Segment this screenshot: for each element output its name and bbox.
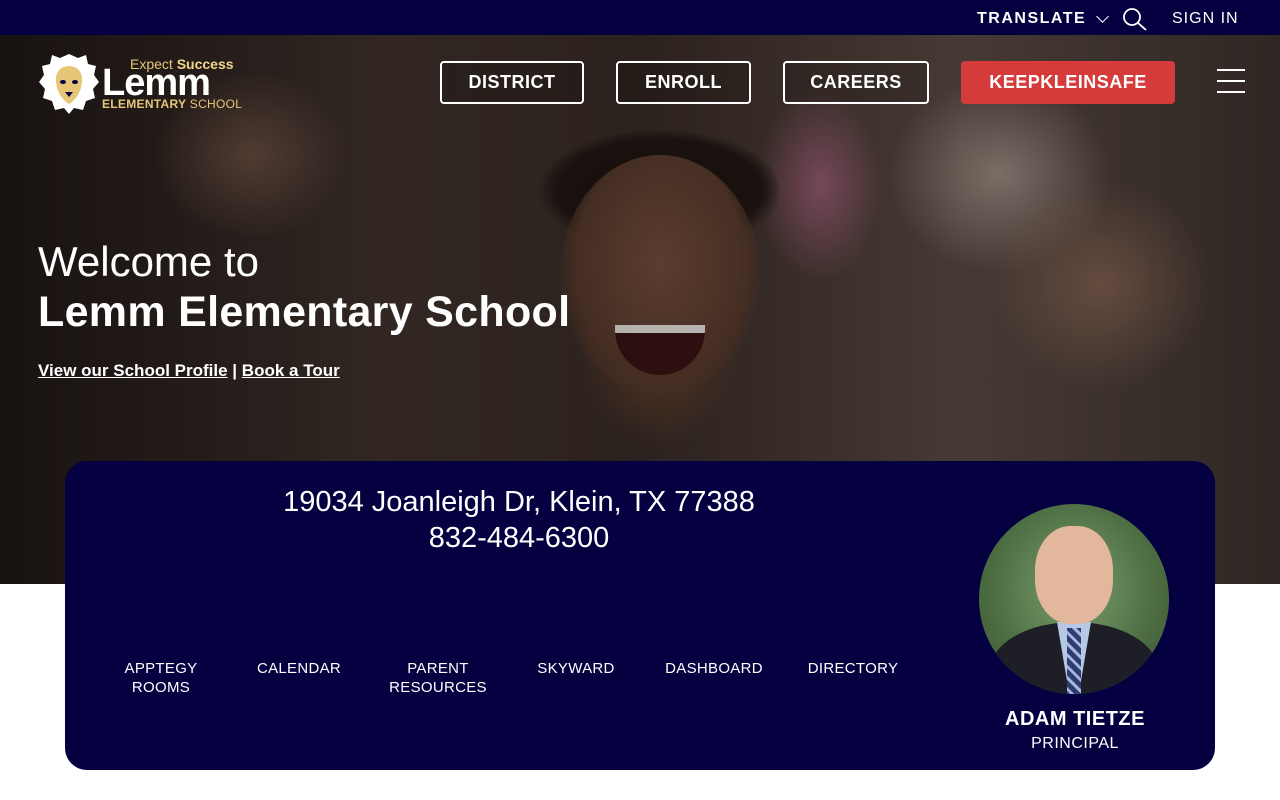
translate-label: TRANSLATE <box>977 10 1087 27</box>
hero-welcome-text: Welcome to <box>38 238 259 285</box>
quick-link-apptegy-rooms[interactable]: APPTEGY ROOMS <box>96 659 226 697</box>
principal-photo <box>979 504 1169 694</box>
search-icon[interactable] <box>1122 7 1148 31</box>
lion-logo-icon <box>39 54 99 114</box>
sign-in-link[interactable]: SIGN IN <box>1172 10 1239 28</box>
quick-link-parent-resources[interactable]: PARENT RESOURCES <box>373 659 503 697</box>
principal-name: ADAM TIETZE <box>1005 708 1145 730</box>
school-profile-link[interactable]: View our School Profile <box>38 361 228 380</box>
translate-dropdown[interactable]: TRANSLATE <box>977 9 1110 28</box>
school-phone[interactable]: 832-484-6300 <box>65 522 973 555</box>
menu-icon[interactable] <box>1217 69 1245 95</box>
link-separator: | <box>232 361 238 380</box>
book-tour-link[interactable]: Book a Tour <box>242 361 340 380</box>
school-logo[interactable]: Expect Success Lemm ELEMENTARY SCHOOL <box>38 52 248 116</box>
logo-subtitle: ELEMENTARY SCHOOL <box>102 97 243 111</box>
top-utility-bar: TRANSLATE SIGN IN <box>0 0 1280 35</box>
hero-school-name: Lemm Elementary School <box>38 288 571 336</box>
hero-links: View our School Profile | Book a Tour <box>38 361 340 381</box>
school-address: 19034 Joanleigh Dr, Klein, TX 77388 <box>283 486 755 518</box>
quick-link-skyward[interactable]: SKYWARD <box>511 659 641 678</box>
nav-district-button[interactable]: DISTRICT <box>440 61 584 104</box>
quick-link-directory[interactable]: DIRECTORY <box>788 659 918 678</box>
chevron-down-icon <box>1096 9 1110 23</box>
nav-enroll-button[interactable]: ENROLL <box>616 61 751 104</box>
nav-keepkleinsafe-button[interactable]: KEEPKLEINSAFE <box>961 61 1175 104</box>
principal-title: PRINCIPAL <box>1031 735 1119 752</box>
quick-link-calendar[interactable]: CALENDAR <box>234 659 364 678</box>
quick-link-dashboard[interactable]: DASHBOARD <box>649 659 779 678</box>
nav-careers-button[interactable]: CAREERS <box>783 61 929 104</box>
